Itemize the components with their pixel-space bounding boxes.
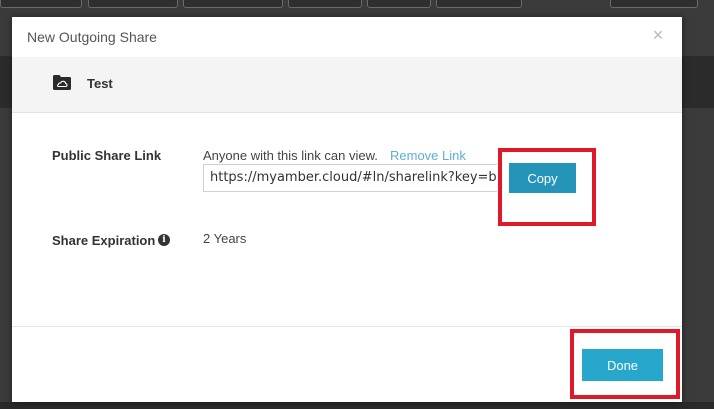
share-link-description: Anyone with this link can view. — [203, 148, 378, 163]
share-dialog: New Outgoing Share × Test Public Share L… — [12, 17, 682, 402]
background-tab — [183, 0, 283, 8]
folder-name: Test — [87, 76, 113, 91]
cloud-folder-icon — [53, 75, 71, 90]
background-tab — [367, 0, 431, 8]
shared-folder-bar: Test — [12, 57, 682, 113]
copy-button[interactable]: Copy — [509, 163, 576, 193]
dialog-footer: Done — [12, 326, 682, 403]
background-panel — [682, 56, 714, 108]
info-icon[interactable]: i — [158, 234, 170, 246]
background-tab — [436, 0, 522, 8]
background-tabs — [0, 0, 714, 10]
background-tab — [288, 0, 362, 8]
background-tab — [610, 0, 698, 8]
share-link-field[interactable]: https://myamber.cloud/#ln/sharelink?key=… — [203, 164, 497, 192]
background-tab — [0, 0, 82, 8]
dialog-title: New Outgoing Share — [27, 29, 157, 45]
background-footer — [0, 402, 714, 409]
done-button[interactable]: Done — [582, 349, 663, 381]
public-share-link-label: Public Share Link — [52, 148, 162, 163]
share-expiration-label: Share Expiration — [52, 233, 156, 248]
share-expiration-value: 2 Years — [203, 231, 247, 246]
background-panel — [0, 56, 12, 108]
dialog-header: New Outgoing Share × — [12, 17, 682, 58]
close-icon[interactable]: × — [648, 25, 668, 45]
remove-link[interactable]: Remove Link — [390, 148, 466, 163]
background-tab — [88, 0, 178, 8]
